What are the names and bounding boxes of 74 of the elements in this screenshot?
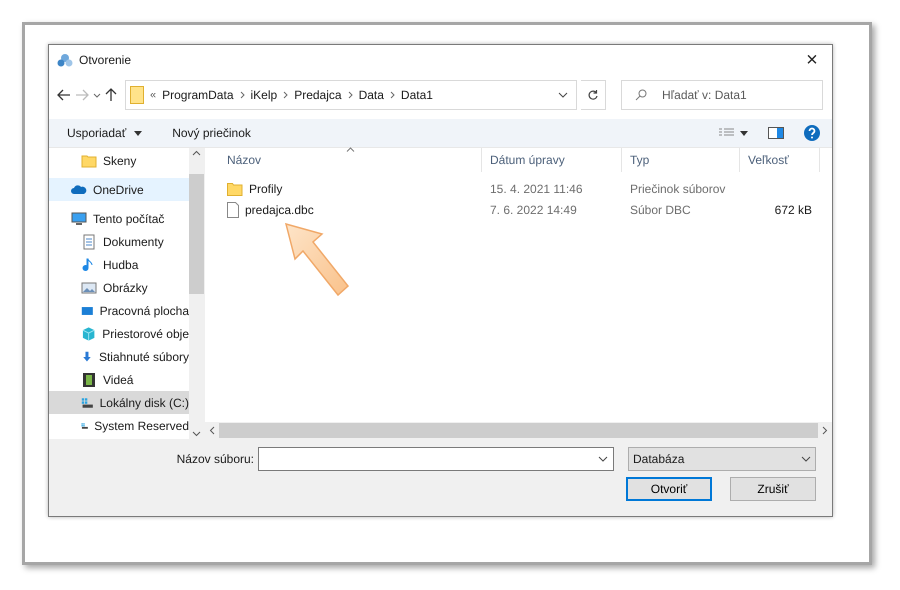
filename-field[interactable] xyxy=(258,447,614,471)
sidebar-item[interactable]: OneDrive xyxy=(49,178,189,201)
sidebar-item[interactable]: Pracovná plocha xyxy=(49,299,189,322)
cube-icon xyxy=(81,326,96,342)
command-button[interactable]: Usporiadať xyxy=(67,126,142,140)
dropdown-chevron-icon xyxy=(598,456,608,462)
sidebar-item[interactable]: Lokálny disk (C:) xyxy=(49,391,189,414)
scroll-left-icon[interactable] xyxy=(209,426,215,435)
command-button[interactable]: Nový priečinok xyxy=(172,126,251,140)
sidebar-item[interactable]: Hudba xyxy=(49,253,189,276)
app-icon xyxy=(57,53,73,67)
folder-icon xyxy=(130,86,144,104)
view-options-icon[interactable] xyxy=(718,128,748,138)
sidebar-item[interactable]: Obrázky xyxy=(49,276,189,299)
sidebar-item[interactable]: Stiahnuté súbory xyxy=(49,345,189,368)
folder-icon xyxy=(81,152,97,168)
sort-caret-icon xyxy=(346,147,355,152)
file-name[interactable]: predajca.dbc xyxy=(219,202,482,218)
table-cell-text: Súbor DBC xyxy=(629,202,692,216)
sidebar-item[interactable]: System Reserved xyxy=(49,414,189,437)
picture-icon xyxy=(81,280,97,296)
breadcrumb-item[interactable]: Data1 xyxy=(400,88,433,102)
folder-icon xyxy=(227,182,243,196)
sidebar-item[interactable]: Videá xyxy=(49,368,189,391)
window-title: Otvorenie xyxy=(79,53,132,67)
breadcrumb-item[interactable]: ProgramData xyxy=(162,88,234,102)
field-label: Názov súboru: xyxy=(176,452,254,466)
column-header[interactable]: Veľkosť xyxy=(740,148,820,172)
help-icon[interactable] xyxy=(804,125,820,141)
sidebar-item[interactable]: Tento počítač xyxy=(49,207,189,230)
dialog-button[interactable]: Zrušiť xyxy=(730,477,816,501)
table-cell-text: Priečinok súborov xyxy=(629,182,726,196)
computer-icon xyxy=(71,210,87,226)
scrollbar-thumb[interactable] xyxy=(219,423,818,438)
breadcrumb-item[interactable]: Predajca xyxy=(294,88,342,102)
refresh-icon xyxy=(587,89,599,101)
address-bar[interactable]: « ProgramData iKelp Predajca Data Data1 xyxy=(125,80,577,110)
breadcrumb-item[interactable]: Data xyxy=(358,88,384,102)
sidebar-item[interactable]: Priestorové obje xyxy=(49,322,189,345)
file-icon xyxy=(227,202,239,218)
chevron-down-icon xyxy=(801,456,811,462)
caret-icon xyxy=(134,130,142,136)
chevron-right-icon xyxy=(240,91,244,99)
file-type-dropdown[interactable]: Databáza xyxy=(628,447,816,471)
close-button[interactable]: × xyxy=(792,45,832,75)
scrollbar-thumb[interactable] xyxy=(189,174,204,294)
column-header[interactable]: Typ xyxy=(622,148,740,172)
dropdown-chevron-icon[interactable] xyxy=(558,92,568,98)
horizontal-scrollbar[interactable] xyxy=(205,422,832,439)
chevron-right-icon xyxy=(390,91,395,99)
scroll-right-icon[interactable] xyxy=(822,426,828,435)
chevron-right-icon xyxy=(283,91,288,99)
overflow-chevron[interactable]: « xyxy=(150,89,156,101)
file-name[interactable]: Profily xyxy=(219,182,482,196)
chevron-right-icon xyxy=(348,91,353,99)
table-cell-text: 7. 6. 2022 14:49 xyxy=(489,202,578,216)
column-header[interactable]: Názov xyxy=(219,148,482,172)
chevron-down-icon xyxy=(93,92,101,98)
search-icon xyxy=(635,89,647,101)
scroll-down-icon[interactable] xyxy=(192,431,201,437)
sidebar-item[interactable]: Skeny xyxy=(49,149,189,172)
refresh-button[interactable] xyxy=(581,80,606,110)
table-cell-text: 15. 4. 2021 11:46 xyxy=(489,182,584,196)
search-field[interactable]: Hľadať v: Data1 xyxy=(621,80,823,110)
preview-pane-icon[interactable] xyxy=(768,127,784,139)
sidebar-item[interactable]: Dokumenty xyxy=(49,230,189,253)
table-cell-text: 672 kB xyxy=(774,202,813,216)
vertical-scrollbar[interactable] xyxy=(189,148,204,439)
film-icon xyxy=(81,372,97,388)
document-icon xyxy=(81,234,97,250)
breadcrumb-item[interactable]: iKelp xyxy=(250,88,278,102)
scroll-up-icon[interactable] xyxy=(192,150,201,156)
dialog-button[interactable]: Otvoriť xyxy=(626,477,712,501)
column-header[interactable]: Dátum úpravy xyxy=(482,148,622,172)
